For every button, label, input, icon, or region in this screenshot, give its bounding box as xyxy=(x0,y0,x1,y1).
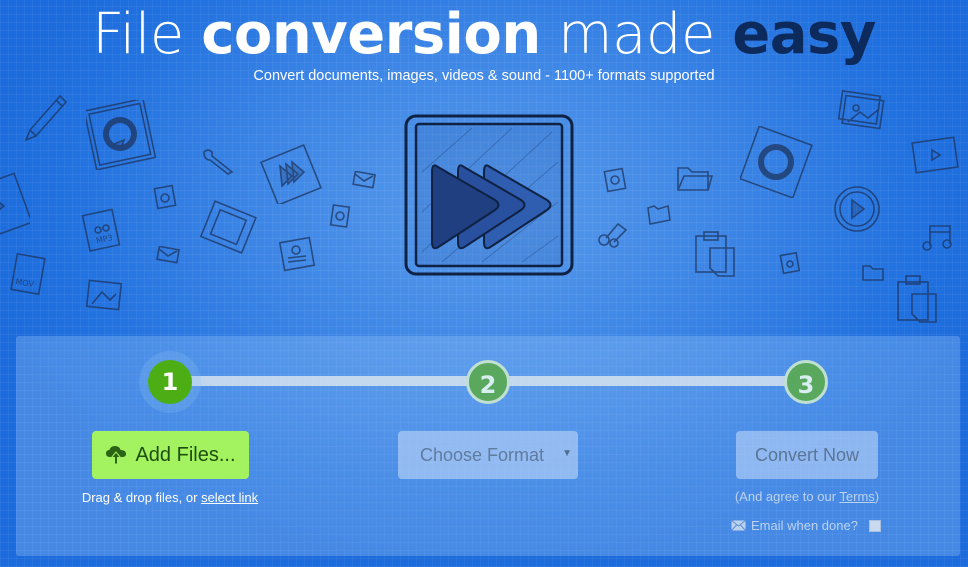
email-when-done-row: Email when done? xyxy=(731,518,881,533)
mov-file-icon: MOV xyxy=(10,252,46,296)
terms-prefix: (And agree to our xyxy=(734,489,840,504)
play-frame-icon xyxy=(0,172,30,235)
image-file-icon xyxy=(85,279,123,311)
svg-text:MOV: MOV xyxy=(15,277,35,289)
audio-file-icon xyxy=(779,251,801,275)
drag-drop-text: Drag & drop files, or xyxy=(81,490,202,505)
email-when-done-label: Email when done? xyxy=(751,518,858,533)
terms-notice: (And agree to our Terms) xyxy=(720,489,894,504)
mp3-file-icon: MP3 xyxy=(81,208,121,252)
terms-suffix: ) xyxy=(874,489,880,504)
step-3-indicator: 3 xyxy=(784,360,828,404)
email-when-done-checkbox[interactable] xyxy=(868,519,881,532)
refresh-icon xyxy=(86,100,156,170)
hero-title-accent: easy xyxy=(732,2,876,67)
format-select-value: Choose Format xyxy=(420,444,545,465)
film-strip-icon xyxy=(199,200,257,254)
audio-file-icon xyxy=(153,184,177,210)
step-1-indicator: 1 xyxy=(148,360,192,404)
step-2-indicator: 2 xyxy=(466,360,510,404)
clipboard-icon xyxy=(695,231,735,277)
clipboard-icon xyxy=(897,275,937,323)
convert-now-button[interactable]: Convert Now xyxy=(736,431,878,479)
music-note-icon xyxy=(922,225,952,251)
hero-title-word: conversion xyxy=(201,2,541,67)
audio-file-icon xyxy=(603,167,627,193)
video-file-icon xyxy=(911,136,959,174)
envelope-icon xyxy=(156,246,180,264)
pencil-icon xyxy=(24,94,68,142)
refresh-icon xyxy=(740,126,813,198)
folder-icon xyxy=(862,265,884,281)
music-note-icon xyxy=(598,222,628,248)
hero-title-word: made xyxy=(558,2,715,67)
play-circle-icon xyxy=(834,186,880,232)
add-files-button[interactable]: Add Files... xyxy=(92,431,249,479)
audio-file-icon xyxy=(329,204,351,228)
gallery-icon xyxy=(838,90,885,130)
cloud-upload-icon xyxy=(106,446,127,465)
envelope-icon xyxy=(352,171,376,189)
drag-drop-hint: Drag & drop files, or select link xyxy=(60,490,280,505)
fast-forward-logo-icon xyxy=(404,114,574,276)
envelope-icon xyxy=(731,520,746,531)
select-link[interactable]: select link xyxy=(201,490,258,505)
terms-link[interactable]: Terms xyxy=(839,489,874,504)
hero-title-word: File xyxy=(92,2,184,67)
format-select[interactable]: Choose Format ▼ xyxy=(398,431,578,479)
fast-forward-icon xyxy=(260,144,322,204)
hero-subtitle: Convert documents, images, videos & soun… xyxy=(253,68,715,84)
hero-title: File conversion made easy xyxy=(0,2,968,68)
add-files-label: Add Files... xyxy=(135,443,236,466)
caret-down-icon: ▼ xyxy=(562,448,572,459)
contact-card-icon xyxy=(278,236,316,272)
svg-text:MP3: MP3 xyxy=(95,233,113,245)
folder-icon xyxy=(647,204,671,225)
folder-icon xyxy=(677,167,714,191)
wrench-icon xyxy=(203,149,234,175)
